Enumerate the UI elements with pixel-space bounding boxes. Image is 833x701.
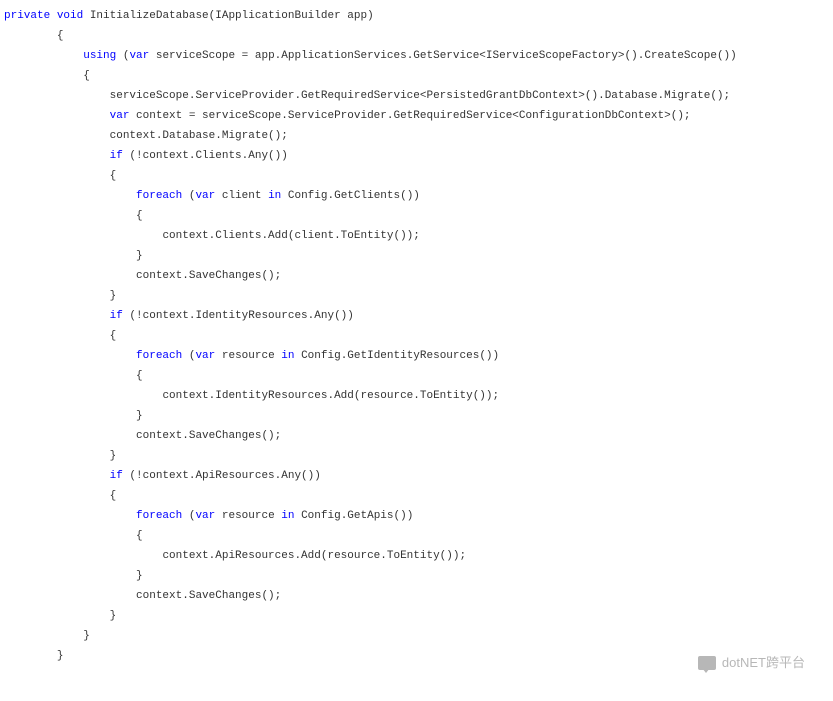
code-line: } (4, 446, 829, 466)
code-line: context.ApiResources.Add(resource.ToEnti… (4, 546, 829, 566)
code-line: context.IdentityResources.Add(resource.T… (4, 386, 829, 406)
code-line: { (4, 526, 829, 546)
code-line: } (4, 406, 829, 426)
code-line: context.SaveChanges(); (4, 426, 829, 446)
code-line: var context = serviceScope.ServiceProvid… (4, 106, 829, 126)
code-line: } (4, 626, 829, 646)
code-line: } (4, 566, 829, 586)
code-line: } (4, 246, 829, 266)
code-line: } (4, 286, 829, 306)
code-line: context.Database.Migrate(); (4, 126, 829, 146)
code-line: { (4, 326, 829, 346)
code-line: serviceScope.ServiceProvider.GetRequired… (4, 86, 829, 106)
code-line: if (!context.IdentityResources.Any()) (4, 306, 829, 326)
code-line: foreach (var resource in Config.GetIdent… (4, 346, 829, 366)
code-line: if (!context.Clients.Any()) (4, 146, 829, 166)
code-line: private void InitializeDatabase(IApplica… (4, 6, 829, 26)
code-block: private void InitializeDatabase(IApplica… (4, 6, 829, 666)
code-line: { (4, 166, 829, 186)
code-line: { (4, 26, 829, 46)
code-line: foreach (var resource in Config.GetApis(… (4, 506, 829, 526)
code-line: { (4, 366, 829, 386)
code-line: context.SaveChanges(); (4, 266, 829, 286)
watermark: dotNET跨平台 (698, 653, 805, 673)
wechat-icon (698, 656, 716, 670)
code-line: } (4, 606, 829, 626)
code-line: { (4, 66, 829, 86)
watermark-text: dotNET跨平台 (722, 653, 805, 673)
code-line: context.SaveChanges(); (4, 586, 829, 606)
code-line: { (4, 206, 829, 226)
code-line: if (!context.ApiResources.Any()) (4, 466, 829, 486)
code-line: foreach (var client in Config.GetClients… (4, 186, 829, 206)
code-line: using (var serviceScope = app.Applicatio… (4, 46, 829, 66)
code-line: { (4, 486, 829, 506)
code-line: context.Clients.Add(client.ToEntity()); (4, 226, 829, 246)
